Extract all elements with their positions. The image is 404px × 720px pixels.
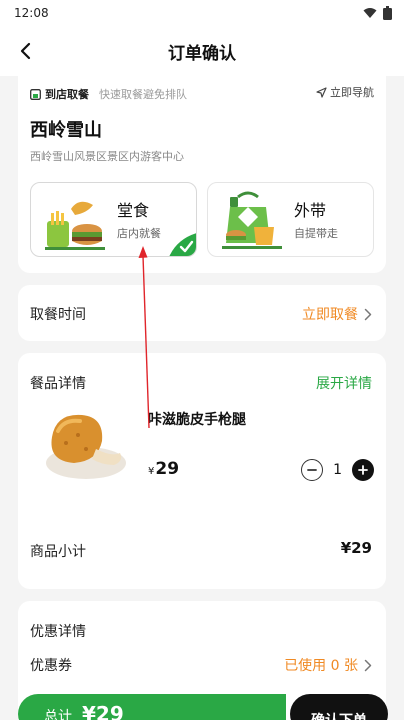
store-icon — [30, 88, 41, 100]
dine-in-subtitle: 店内就餐 — [117, 227, 161, 240]
wifi-icon — [363, 8, 377, 18]
plus-icon — [358, 465, 368, 475]
pickup-label: 到店取餐 — [45, 88, 89, 101]
pickup-time-row[interactable]: 取餐时间 立即取餐 — [18, 285, 386, 341]
takeout-illustration — [222, 191, 282, 249]
store-address: 西岭雪山风景区景区内游客中心 — [30, 150, 184, 163]
navigate-label: 立即导航 — [330, 86, 374, 99]
minus-icon — [307, 469, 317, 471]
pickup-time-value-group: 立即取餐 — [302, 304, 372, 324]
navigation-arrow-icon — [316, 86, 327, 98]
chevron-left-icon — [20, 42, 31, 60]
subtotal-value: ¥29 — [340, 539, 372, 557]
decrease-quantity-button[interactable] — [301, 459, 324, 481]
store-card: 到店取餐 快速取餐避免排队 立即导航 西岭雪山 西岭雪山风景区景区内游客中心 堂… — [18, 76, 386, 273]
coupon-label: 优惠券 — [30, 658, 72, 674]
status-time: 12:08 — [14, 6, 49, 20]
item-price: ¥29 — [148, 459, 179, 479]
selected-check-icon — [169, 233, 196, 256]
store-name: 西岭雪山 — [30, 120, 102, 141]
page-title: 订单确认 — [168, 43, 236, 64]
coupon-value: 已使用 0 张 — [284, 658, 358, 674]
chevron-right-icon — [364, 308, 372, 320]
meal-detail-card: 餐品详情 展开详情 咔滋脆皮手枪腿 ¥29 1 商品小计 ¥29 — [18, 353, 386, 589]
status-icons — [363, 6, 392, 20]
total-pill: 总计 ¥29 — [18, 694, 286, 720]
meal-detail-title: 餐品详情 — [30, 376, 86, 392]
takeout-option[interactable]: 外带 自提带走 — [207, 182, 374, 257]
subtotal-label: 商品小计 — [30, 544, 86, 560]
expand-details-link[interactable]: 展开详情 — [316, 373, 372, 393]
pickup-tip: 快速取餐避免排队 — [99, 88, 187, 101]
back-button[interactable] — [12, 38, 38, 64]
dine-in-illustration — [45, 201, 105, 250]
top-nav-bar: 订单确认 — [0, 26, 404, 76]
dine-in-title: 堂食 — [117, 201, 150, 220]
quantity-stepper: 1 — [301, 459, 374, 481]
navigate-link[interactable]: 立即导航 — [316, 84, 374, 100]
quantity-value: 1 — [333, 462, 342, 478]
takeout-subtitle: 自提带走 — [294, 227, 338, 240]
total-amount: ¥29 — [82, 702, 124, 720]
discount-title: 优惠详情 — [30, 624, 86, 640]
increase-quantity-button[interactable] — [352, 459, 374, 481]
pickup-row: 到店取餐 快速取餐避免排队 立即导航 — [30, 84, 374, 104]
status-bar: 12:08 — [0, 0, 404, 26]
item-price-value: 29 — [155, 459, 180, 479]
pickup-time-value: 立即取餐 — [302, 307, 358, 323]
item-price-currency: ¥ — [148, 466, 155, 477]
takeout-title: 外带 — [294, 201, 327, 220]
coupon-selector[interactable]: 已使用 0 张 — [284, 655, 372, 675]
pickup-time-label: 取餐时间 — [30, 307, 86, 323]
chicken-leg-image — [46, 414, 126, 479]
total-label: 总计 — [44, 709, 72, 720]
chevron-right-icon — [364, 659, 372, 671]
item-name: 咔滋脆皮手枪腿 — [148, 412, 246, 428]
submit-order-button[interactable]: 确认下单 — [290, 694, 388, 720]
battery-icon — [383, 6, 392, 20]
dine-in-option[interactable]: 堂食 店内就餐 — [30, 182, 197, 257]
order-bar: 总计 ¥29 确认下单 — [18, 694, 388, 720]
